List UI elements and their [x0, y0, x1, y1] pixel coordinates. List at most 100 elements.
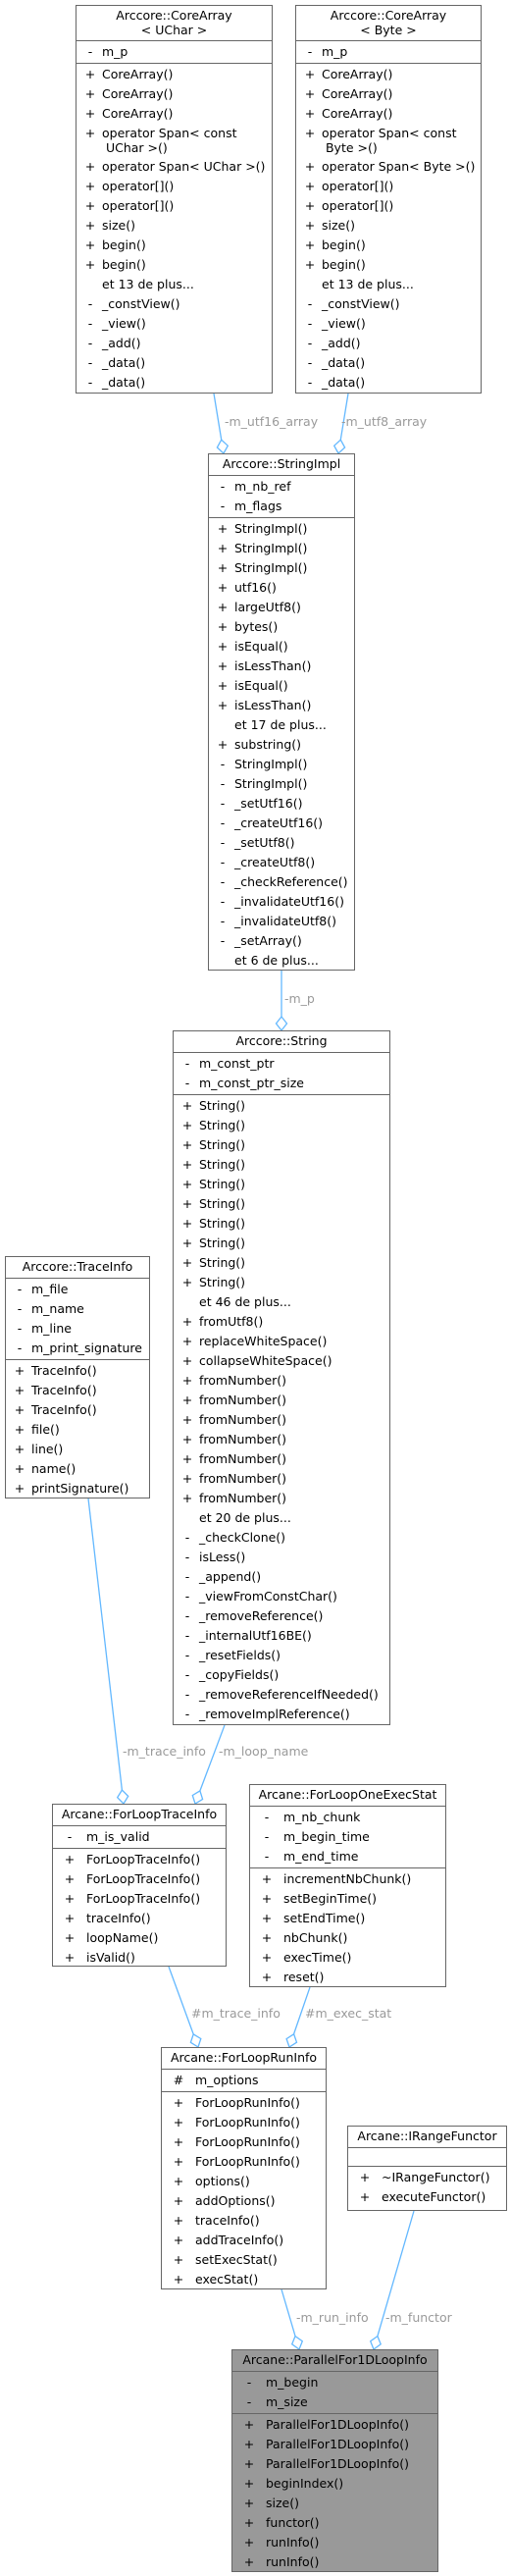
method-row[interactable]: + ForLoopRunInfo() [162, 2132, 326, 2152]
method-row[interactable]: - _resetFields() [174, 1646, 389, 1665]
method-row[interactable]: + runInfo() [232, 2552, 437, 2572]
method-row[interactable]: + StringImpl() [209, 519, 354, 539]
method-row[interactable]: + traceInfo() [162, 2211, 326, 2231]
method-row[interactable]: - _removeReferenceIfNeeded() [174, 1685, 389, 1705]
attribute-row[interactable]: - m_nb_ref [209, 477, 354, 497]
method-row[interactable]: et 6 de plus... [209, 951, 354, 971]
method-row[interactable]: + fromUtf8() [174, 1312, 389, 1332]
method-row[interactable]: - _setArray() [209, 931, 354, 951]
method-row[interactable]: + CoreArray() [77, 84, 272, 104]
method-row[interactable]: + size() [77, 216, 272, 236]
method-row[interactable]: + reset() [250, 1968, 445, 1987]
method-row[interactable]: + String() [174, 1253, 389, 1273]
method-row[interactable]: - _setUtf8() [209, 833, 354, 853]
method-row[interactable]: + operator[]() [296, 196, 481, 216]
method-row[interactable]: + beginIndex() [232, 2474, 437, 2494]
method-row[interactable]: - _createUtf8() [209, 853, 354, 872]
method-row[interactable]: + setBeginTime() [250, 1889, 445, 1909]
method-row[interactable]: + String() [174, 1135, 389, 1155]
method-row[interactable]: + line() [6, 1440, 149, 1459]
method-row[interactable]: + TraceInfo() [6, 1381, 149, 1400]
attribute-row[interactable]: - m_end_time [250, 1847, 445, 1866]
method-row[interactable]: - _data() [296, 353, 481, 373]
method-row[interactable]: + traceInfo() [53, 1909, 226, 1928]
method-row[interactable]: + largeUtf8() [209, 598, 354, 617]
method-row[interactable]: - _view() [77, 314, 272, 334]
class-box-irangefunctor[interactable]: Arcane::IRangeFunctor + ~IRangeFunctor() + e… [347, 2126, 507, 2211]
method-row[interactable]: + String() [174, 1194, 389, 1214]
method-row[interactable]: + begin() [77, 236, 272, 255]
attribute-row[interactable]: - m_size [232, 2392, 437, 2412]
method-row[interactable]: + ParallelFor1DLoopInfo() [232, 2435, 437, 2454]
attribute-row[interactable]: - m_begin [232, 2373, 437, 2392]
method-row[interactable]: et 13 de plus... [296, 275, 481, 294]
method-row[interactable]: + String() [174, 1273, 389, 1292]
attribute-row[interactable]: - m_is_valid [53, 1827, 226, 1847]
method-row[interactable]: - _invalidateUtf8() [209, 912, 354, 931]
method-row[interactable]: et 46 de plus... [174, 1292, 389, 1312]
class-box-corearray-uchar[interactable]: Arccore::CoreArray < UChar > - m_p + CoreArr… [76, 5, 273, 394]
method-row[interactable]: + operator Span< UChar >() [77, 157, 272, 177]
class-box-stringimpl[interactable]: Arccore::StringImpl - m_nb_ref - m_flags + Str… [208, 453, 355, 971]
method-row[interactable]: + options() [162, 2172, 326, 2191]
method-row[interactable]: - _removeImplReference() [174, 1705, 389, 1724]
attribute-row[interactable]: - m_nb_chunk [250, 1808, 445, 1827]
method-row[interactable]: + operator[]() [77, 177, 272, 196]
method-row[interactable]: + fromNumber() [174, 1371, 389, 1391]
method-row[interactable]: + fromNumber() [174, 1489, 389, 1508]
attribute-row[interactable]: - m_const_ptr_size [174, 1074, 389, 1093]
method-row[interactable]: - _data() [77, 373, 272, 393]
attribute-row[interactable]: - m_p [77, 42, 272, 62]
class-box-forlooprunninfo[interactable]: Arcane::ForLoopRunInfo # m_options + ForLoop… [161, 2047, 327, 2289]
method-row[interactable]: - _constView() [77, 294, 272, 314]
method-row[interactable]: + collapseWhiteSpace() [174, 1351, 389, 1371]
method-row[interactable]: + ForLoopRunInfo() [162, 2113, 326, 2132]
method-row[interactable]: + replaceWhiteSpace() [174, 1332, 389, 1351]
method-row[interactable]: + setEndTime() [250, 1909, 445, 1928]
method-row[interactable]: + ~IRangeFunctor() [348, 2168, 506, 2187]
method-row[interactable]: - _internalUtf16BE() [174, 1626, 389, 1646]
method-row[interactable]: + fromNumber() [174, 1391, 389, 1410]
method-row[interactable]: + CoreArray() [77, 104, 272, 124]
method-row[interactable]: et 13 de plus... [77, 275, 272, 294]
method-row[interactable]: - _viewFromConstChar() [174, 1587, 389, 1606]
method-row[interactable]: + execStat() [162, 2270, 326, 2289]
method-row[interactable]: + String() [174, 1214, 389, 1234]
method-row[interactable]: + runInfo() [232, 2533, 437, 2552]
method-row[interactable]: + String() [174, 1155, 389, 1175]
method-row[interactable]: + isLessThan() [209, 696, 354, 715]
method-row[interactable]: - _view() [296, 314, 481, 334]
method-row[interactable]: - _copyFields() [174, 1665, 389, 1685]
method-row[interactable]: + ForLoopTraceInfo() [53, 1869, 226, 1889]
method-row[interactable]: + begin() [77, 255, 272, 275]
class-box-corearray-byte[interactable]: Arccore::CoreArray < Byte > - m_p + CoreArra… [295, 5, 482, 394]
attribute-row[interactable]: - m_const_ptr [174, 1054, 389, 1074]
method-row[interactable]: + begin() [296, 236, 481, 255]
method-row[interactable]: + fromNumber() [174, 1430, 389, 1449]
method-row[interactable]: + ForLoopTraceInfo() [53, 1889, 226, 1909]
method-row[interactable]: - _checkClone() [174, 1528, 389, 1548]
attribute-row[interactable]: - m_name [6, 1299, 149, 1319]
method-row[interactable]: + printSignature() [6, 1479, 149, 1498]
attribute-row[interactable]: - m_print_signature [6, 1339, 149, 1358]
attribute-row[interactable]: - m_file [6, 1280, 149, 1299]
method-row[interactable]: + isValid() [53, 1948, 226, 1968]
method-row[interactable]: + StringImpl() [209, 539, 354, 558]
method-row[interactable]: + loopName() [53, 1928, 226, 1948]
method-row[interactable]: - isLess() [174, 1548, 389, 1567]
attribute-row[interactable]: - m_begin_time [250, 1827, 445, 1847]
method-row[interactable]: + size() [232, 2494, 437, 2513]
method-row[interactable]: + ForLoopRunInfo() [162, 2093, 326, 2113]
method-row[interactable]: + CoreArray() [296, 84, 481, 104]
method-row[interactable]: - _checkReference() [209, 872, 354, 892]
method-row[interactable]: + incrementNbChunk() [250, 1869, 445, 1889]
method-row[interactable]: - StringImpl() [209, 774, 354, 794]
method-row[interactable]: - _invalidateUtf16() [209, 892, 354, 912]
method-row[interactable]: + ForLoopTraceInfo() [53, 1850, 226, 1869]
method-row[interactable]: - _add() [296, 334, 481, 353]
method-row[interactable]: + setExecStat() [162, 2250, 326, 2270]
class-box-traceinfo[interactable]: Arccore::TraceInfo - m_file - m_name - m_line -… [5, 1256, 150, 1498]
method-row[interactable]: + String() [174, 1096, 389, 1116]
method-row[interactable]: + utf16() [209, 578, 354, 598]
method-row[interactable]: + addTraceInfo() [162, 2231, 326, 2250]
